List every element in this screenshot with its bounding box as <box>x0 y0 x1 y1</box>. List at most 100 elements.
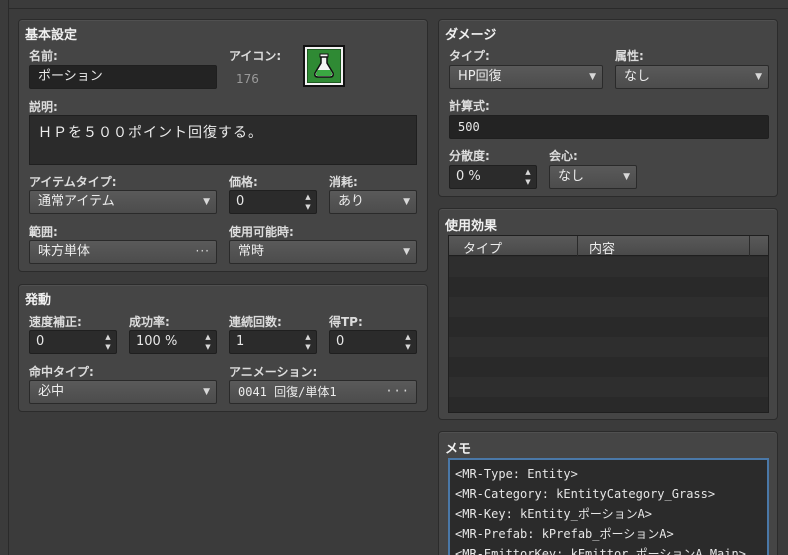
price-value: 0 <box>236 194 245 209</box>
memo-line: <MR-Key: kEntity_ポーションA> <box>455 507 653 521</box>
consumable-label: 消耗: <box>329 175 358 189</box>
name-field[interactable]: ポーション <box>29 65 217 89</box>
speed-spinbox[interactable]: 0 ▲ ▼ <box>29 330 117 354</box>
table-row[interactable] <box>449 257 768 277</box>
success-value: 100 % <box>136 334 178 349</box>
price-label: 価格: <box>229 175 258 189</box>
icon-index: 176 <box>236 72 259 86</box>
price-spinbox[interactable]: 0 ▲ ▼ <box>229 190 317 214</box>
element-label: 属性: <box>615 49 644 63</box>
speed-label: 速度補正: <box>29 315 82 329</box>
basic-settings-group: 基本設定 名前: ポーション アイコン: 176 説明: ＨＰを５００ポイント回… <box>18 19 428 272</box>
table-row[interactable] <box>449 377 768 397</box>
col-content-header[interactable]: 内容 <box>589 238 615 257</box>
damage-group: ダメージ タイプ: HP回復 ▼ 属性: なし ▼ 計算式: 500 分散度: … <box>438 19 778 197</box>
critical-label: 会心: <box>549 149 578 163</box>
variance-value: 0 % <box>456 169 481 184</box>
element-select[interactable]: なし ▼ <box>615 65 769 89</box>
spin-arrows-icon[interactable]: ▲ ▼ <box>203 332 213 352</box>
chevron-down-icon: ▼ <box>623 172 630 182</box>
effects-table-header: タイプ 内容 <box>449 236 768 257</box>
hit-type-value: 必中 <box>38 384 65 399</box>
spin-arrows-icon[interactable]: ▲ ▼ <box>303 332 313 352</box>
divider <box>749 236 750 256</box>
chevron-down-icon: ▼ <box>589 72 596 82</box>
basic-settings-title: 基本設定 <box>25 28 78 43</box>
item-type-value: 通常アイテム <box>38 194 115 209</box>
chevron-down-icon: ▼ <box>403 247 410 257</box>
description-label: 説明: <box>29 100 58 114</box>
item-type-label: アイテムタイプ: <box>29 175 117 189</box>
animation-label: アニメーション: <box>229 365 318 379</box>
occasion-select[interactable]: 常時 ▼ <box>229 240 417 264</box>
damage-type-select[interactable]: HP回復 ▼ <box>449 65 603 89</box>
success-spinbox[interactable]: 100 % ▲ ▼ <box>129 330 217 354</box>
description-field[interactable]: ＨＰを５００ポイント回復する。 <box>29 115 417 165</box>
formula-label: 計算式: <box>449 99 490 113</box>
memo-field[interactable]: <MR-Type: Entity> <MR-Category: kEntityC… <box>448 458 769 555</box>
critical-select[interactable]: なし ▼ <box>549 165 637 189</box>
icon-label: アイコン: <box>229 49 282 63</box>
hit-type-label: 命中タイプ: <box>29 365 94 379</box>
effects-table[interactable]: タイプ 内容 <box>448 235 769 413</box>
consumable-value: あり <box>338 194 365 209</box>
table-row[interactable] <box>449 317 768 337</box>
col-type-header[interactable]: タイプ <box>463 238 502 257</box>
repeats-spinbox[interactable]: 1 ▲ ▼ <box>229 330 317 354</box>
success-label: 成功率: <box>129 315 170 329</box>
element-value: なし <box>624 69 651 84</box>
more-icon: ··· <box>195 244 210 258</box>
memo-line: <MR-Category: kEntityCategory_Grass> <box>455 487 716 501</box>
animation-select[interactable]: 0041 回復/単体1 ··· <box>229 380 417 404</box>
consumable-select[interactable]: あり ▼ <box>329 190 417 214</box>
item-type-select[interactable]: 通常アイテム ▼ <box>29 190 217 214</box>
spin-arrows-icon[interactable]: ▲ ▼ <box>523 167 533 187</box>
tp-gain-spinbox[interactable]: 0 ▲ ▼ <box>329 330 417 354</box>
memo-line: <MR-Prefab: kPrefab_ポーションA> <box>455 527 674 541</box>
variance-spinbox[interactable]: 0 % ▲ ▼ <box>449 165 537 189</box>
critical-value: なし <box>558 169 585 184</box>
table-row[interactable] <box>449 277 768 297</box>
damage-type-label: タイプ: <box>449 49 490 63</box>
icon-picker[interactable] <box>303 45 345 87</box>
item-editor: 基本設定 名前: ポーション アイコン: 176 説明: ＨＰを５００ポイント回… <box>0 0 788 555</box>
divider <box>8 0 9 555</box>
effects-title: 使用効果 <box>445 219 498 234</box>
table-row[interactable] <box>449 357 768 377</box>
scope-value: 味方単体 <box>38 244 91 259</box>
memo-title: メモ <box>445 442 472 457</box>
name-label: 名前: <box>29 49 58 63</box>
tp-gain-value: 0 <box>336 334 345 349</box>
damage-type-value: HP回復 <box>458 69 502 84</box>
hit-type-select[interactable]: 必中 ▼ <box>29 380 217 404</box>
scope-label: 範囲: <box>29 225 58 239</box>
repeats-value: 1 <box>236 334 245 349</box>
divider <box>8 8 788 9</box>
variance-label: 分散度: <box>449 149 490 163</box>
spin-arrows-icon[interactable]: ▲ ▼ <box>103 332 113 352</box>
animation-value: 0041 回復/単体1 <box>238 385 337 399</box>
scope-select[interactable]: 味方単体 ··· <box>29 240 217 264</box>
occasion-value: 常時 <box>238 244 265 259</box>
table-row[interactable] <box>449 337 768 357</box>
speed-value: 0 <box>36 334 45 349</box>
memo-line: <MR-Type: Entity> <box>455 467 578 481</box>
potion-flask-icon <box>307 49 341 83</box>
invocation-title: 発動 <box>25 293 52 308</box>
chevron-down-icon: ▼ <box>755 72 762 82</box>
spin-arrows-icon[interactable]: ▲ ▼ <box>303 192 313 212</box>
effects-group: 使用効果 タイプ 内容 <box>438 208 778 420</box>
repeats-label: 連続回数: <box>229 315 282 329</box>
memo-line: <MR-EmittorKey: kEmittor_ポーションA_Main> <box>455 547 746 555</box>
tp-gain-label: 得TP: <box>329 315 363 329</box>
invocation-group: 発動 速度補正: 0 ▲ ▼ 成功率: 100 % ▲ ▼ 連続回数: 1 ▲ ▼ 得… <box>18 284 428 412</box>
chevron-down-icon: ▼ <box>203 387 210 397</box>
table-row[interactable] <box>449 297 768 317</box>
chevron-down-icon: ▼ <box>403 197 410 207</box>
formula-field[interactable]: 500 <box>449 115 769 139</box>
more-icon: ··· <box>385 384 410 398</box>
table-row[interactable] <box>449 397 768 412</box>
occasion-label: 使用可能時: <box>229 225 294 239</box>
damage-title: ダメージ <box>445 28 497 43</box>
spin-arrows-icon[interactable]: ▲ ▼ <box>403 332 413 352</box>
